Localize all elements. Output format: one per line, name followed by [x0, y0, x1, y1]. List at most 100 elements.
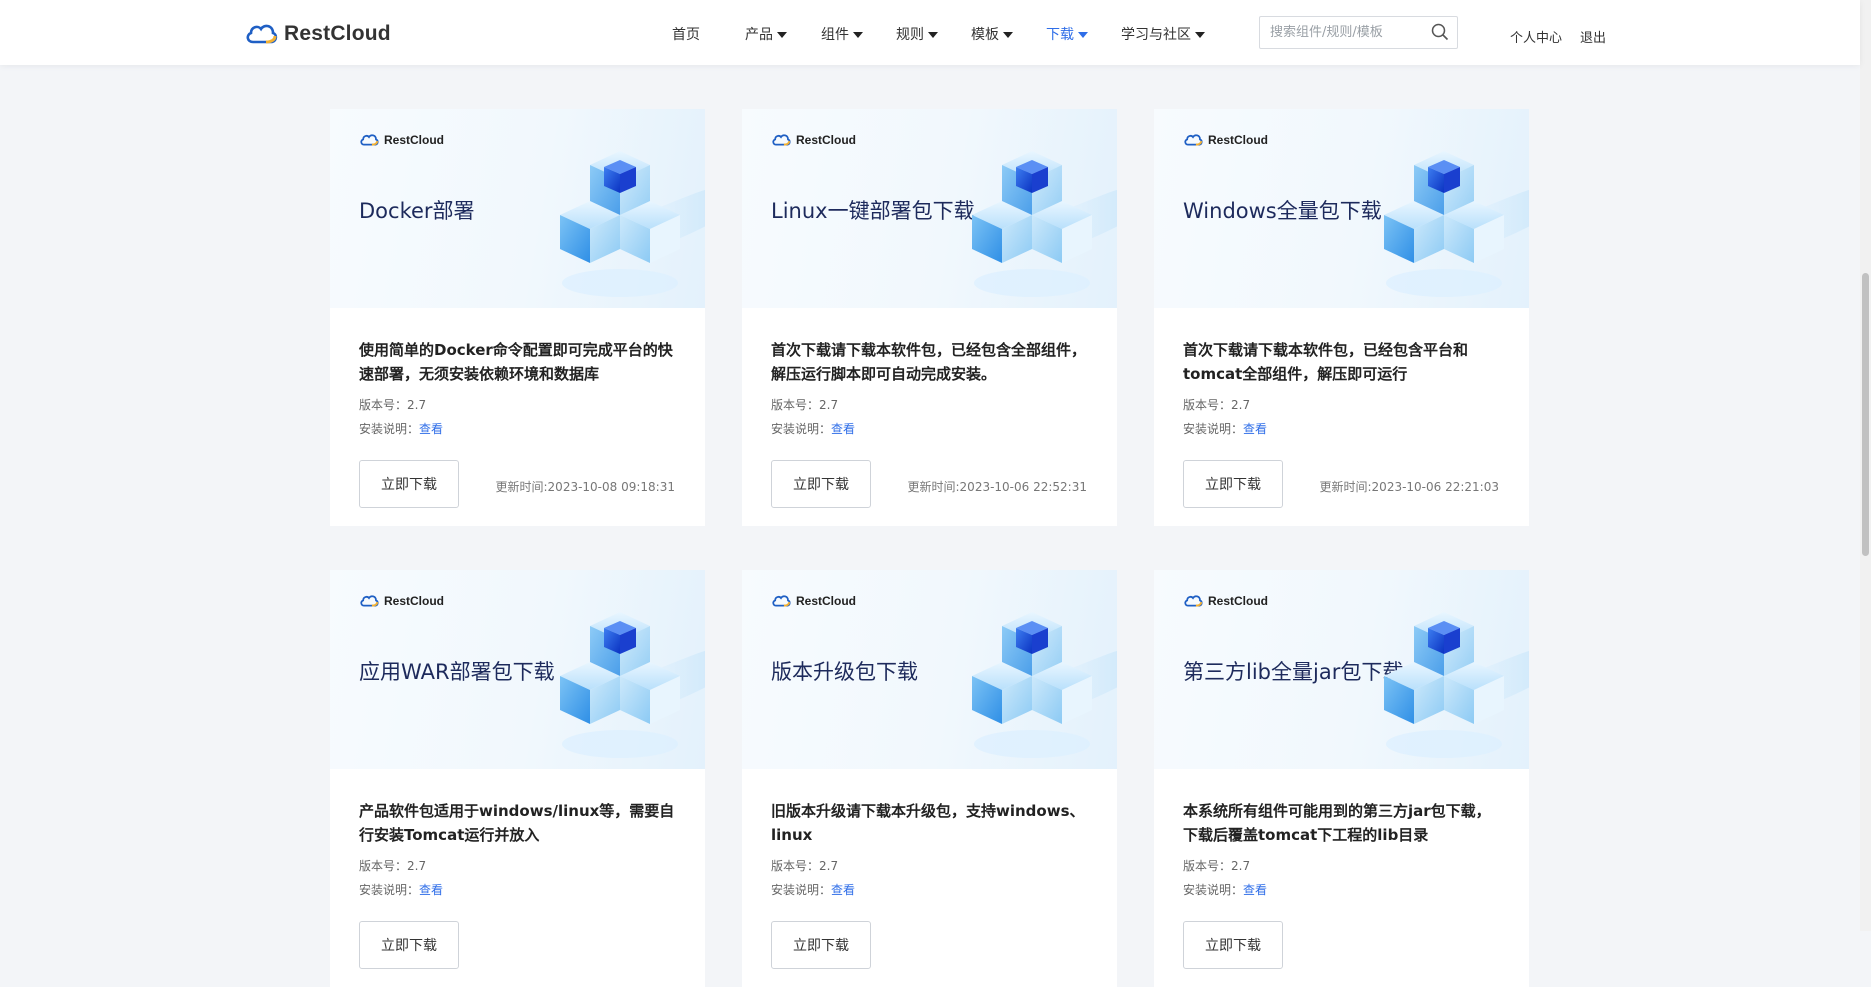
update-label: 更新时间:	[907, 480, 960, 494]
logo-text: RestCloud	[284, 22, 391, 45]
version-label: 版本号：	[359, 859, 408, 873]
card-brand: RestCloud	[1183, 594, 1268, 608]
download-now-button[interactable]: 立即下载	[771, 921, 871, 969]
caret-down-icon	[1003, 31, 1013, 38]
version-label: 版本号：	[771, 859, 820, 873]
version-value: 2.7	[819, 859, 839, 873]
download-card: RestCloud Windows全量包下载 首次下载请下载本软件包，已经包含平…	[1154, 109, 1529, 526]
download-card: RestCloud 应用WAR部署包下载 产品软件包适用于windows/lin…	[330, 570, 705, 987]
card-brand-text: RestCloud	[796, 594, 856, 608]
cloud-logo-icon	[1184, 595, 1203, 607]
version-row: 版本号：2.7	[771, 859, 1088, 873]
install-view-link[interactable]: 查看	[1243, 883, 1267, 897]
card-title: 应用WAR部署包下载	[359, 660, 555, 684]
version-row: 版本号：2.7	[771, 398, 1088, 412]
card-footer: 立即下载 更新时间:2023-10-06 22:21:03	[1154, 436, 1529, 526]
card-title: 第三方lib全量jar包下载	[1183, 660, 1404, 684]
install-view-link[interactable]: 查看	[419, 883, 443, 897]
card-banner: RestCloud Docker部署	[330, 109, 705, 308]
install-view-link[interactable]: 查看	[419, 422, 443, 436]
user-center-link[interactable]: 个人中心	[1510, 27, 1562, 46]
card-description: 旧版本升级请下载本升级包，支持windows、linux	[771, 802, 1085, 844]
version-value: 2.7	[407, 859, 427, 873]
update-time: 更新时间:2023-10-08 09:18:31	[496, 478, 676, 495]
card-footer: 立即下载 更新时间:2023-10-06 22:52:31	[742, 436, 1117, 526]
version-row: 版本号：2.7	[1183, 859, 1500, 873]
version-row: 版本号：2.7	[1183, 398, 1500, 412]
card-brand-text: RestCloud	[384, 133, 444, 147]
nav-download[interactable]: 下载	[1046, 24, 1088, 44]
card-body: 首次下载请下载本软件包，已经包含全部组件，解压运行脚本即可自动完成安装。 版本号…	[742, 308, 1117, 436]
install-label: 安装说明：	[771, 422, 832, 436]
cubes-illustration-icon	[972, 151, 1117, 297]
card-body: 产品软件包适用于windows/linux等，需要自行安装Tomcat运行并放入…	[330, 769, 705, 897]
card-banner: RestCloud 应用WAR部署包下载	[330, 570, 705, 769]
version-label: 版本号：	[359, 398, 408, 412]
version-label: 版本号：	[1183, 398, 1232, 412]
update-label: 更新时间:	[495, 480, 548, 494]
nav-templates[interactable]: 模板	[971, 24, 1013, 44]
cloud-logo-icon	[360, 134, 379, 146]
search-input[interactable]	[1268, 24, 1432, 41]
card-description: 首次下载请下载本软件包，已经包含平台和tomcat全部组件，解压即可运行	[1183, 341, 1469, 383]
nav-community[interactable]: 学习与社区	[1121, 24, 1205, 44]
nav-home[interactable]: 首页	[672, 24, 700, 44]
search-box	[1259, 16, 1458, 49]
caret-down-icon	[928, 31, 938, 38]
card-banner: RestCloud 第三方lib全量jar包下载	[1154, 570, 1529, 769]
cubes-illustration-icon	[972, 612, 1117, 758]
cubes-illustration-icon	[560, 151, 705, 297]
top-header: RestCloud 首页 产品 组件 规则 模板 下载 学习与社区 个人中心 退…	[0, 0, 1860, 65]
scrollbar[interactable]	[1860, 0, 1871, 931]
nav-label: 模板	[971, 27, 999, 43]
nav-components[interactable]: 组件	[821, 24, 863, 44]
nav-label: 首页	[672, 27, 700, 43]
card-brand-text: RestCloud	[1208, 594, 1268, 608]
card-title: Linux一键部署包下载	[771, 199, 975, 223]
download-card: RestCloud 第三方lib全量jar包下载 本系统所有组件可能用到的第三方…	[1154, 570, 1529, 987]
card-brand-text: RestCloud	[384, 594, 444, 608]
nav-rules[interactable]: 规则	[896, 24, 938, 44]
caret-down-icon	[1195, 31, 1205, 38]
install-row: 安装说明：查看	[359, 883, 676, 897]
version-row: 版本号：2.7	[359, 859, 676, 873]
card-footer: 立即下载 更新时间:2023-10-08 09:18:31	[330, 436, 705, 526]
install-label: 安装说明：	[359, 883, 420, 897]
card-brand: RestCloud	[359, 133, 444, 147]
install-label: 安装说明：	[771, 883, 832, 897]
download-now-button[interactable]: 立即下载	[771, 460, 871, 508]
download-now-button[interactable]: 立即下载	[359, 921, 459, 969]
logout-link[interactable]: 退出	[1580, 27, 1606, 46]
update-value: 2023-10-06 22:21:03	[1371, 480, 1499, 494]
download-card: RestCloud Docker部署 使用简单的Docker命令配置即可完成平台…	[330, 109, 705, 526]
download-now-button[interactable]: 立即下载	[359, 460, 459, 508]
cloud-logo-icon	[360, 595, 379, 607]
download-card: RestCloud Linux一键部署包下载 首次下载请下载本软件包，已经包含全…	[742, 109, 1117, 526]
search-icon[interactable]	[1431, 23, 1449, 41]
card-title: 版本升级包下载	[771, 660, 918, 684]
install-view-link[interactable]: 查看	[1243, 422, 1267, 436]
card-description: 产品软件包适用于windows/linux等，需要自行安装Tomcat运行并放入	[359, 802, 675, 844]
card-banner: RestCloud Linux一键部署包下载	[742, 109, 1117, 308]
card-brand-text: RestCloud	[796, 133, 856, 147]
cloud-logo-icon	[1184, 134, 1203, 146]
card-brand: RestCloud	[359, 594, 444, 608]
install-view-link[interactable]: 查看	[831, 422, 855, 436]
download-now-button[interactable]: 立即下载	[1183, 921, 1283, 969]
install-view-link[interactable]: 查看	[831, 883, 855, 897]
scrollbar-thumb[interactable]	[1862, 273, 1869, 556]
card-body: 使用简单的Docker命令配置即可完成平台的快速部署，无须安装依赖环境和数据库 …	[330, 308, 705, 436]
download-now-button[interactable]: 立即下载	[1183, 460, 1283, 508]
install-row: 安装说明：查看	[771, 422, 1088, 436]
logo[interactable]: RestCloud	[244, 19, 391, 49]
nav-label: 规则	[896, 27, 924, 43]
card-description: 使用简单的Docker命令配置即可完成平台的快速部署，无须安装依赖环境和数据库	[359, 341, 673, 383]
install-row: 安装说明：查看	[771, 883, 1088, 897]
caret-down-icon	[853, 31, 863, 38]
card-brand-text: RestCloud	[1208, 133, 1268, 147]
cubes-illustration-icon	[1384, 612, 1529, 758]
update-time: 更新时间:2023-10-06 22:21:03	[1320, 478, 1500, 495]
nav-products[interactable]: 产品	[745, 24, 787, 44]
install-row: 安装说明：查看	[1183, 883, 1500, 897]
install-label: 安装说明：	[1183, 883, 1244, 897]
